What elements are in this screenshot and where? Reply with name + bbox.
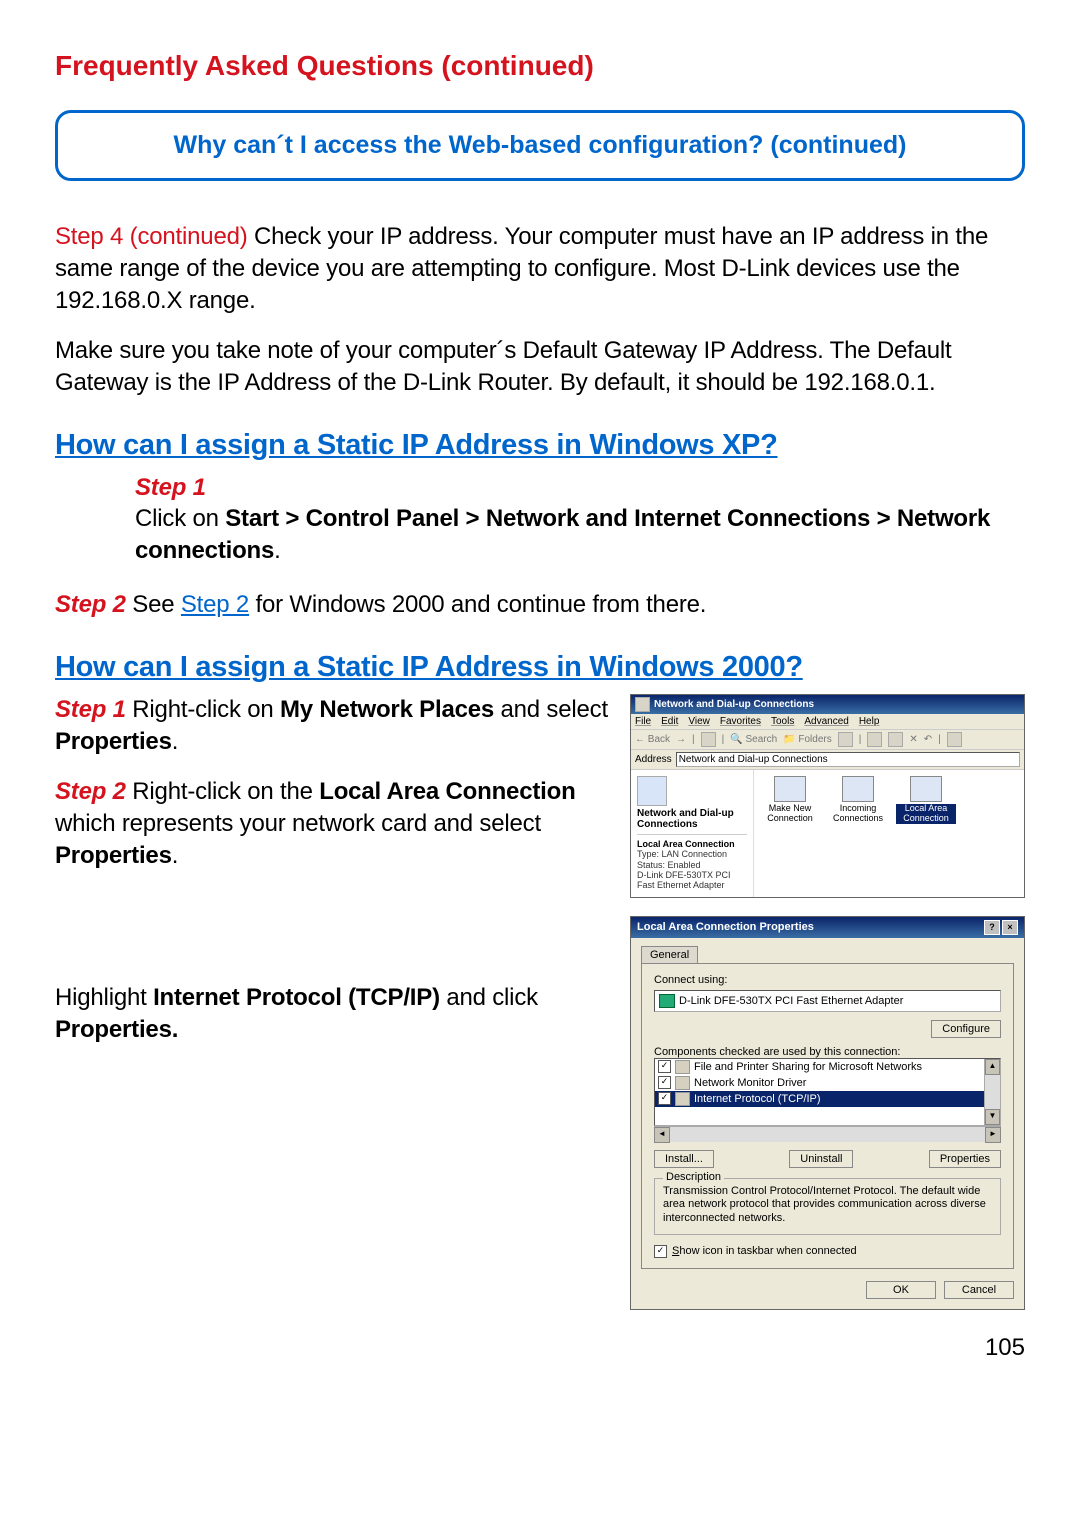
detail-status: Status: Enabled: [637, 860, 747, 870]
incoming-icon: [842, 776, 874, 802]
components-list[interactable]: ✓ File and Printer Sharing for Microsoft…: [654, 1058, 1001, 1126]
xp-step1-label: Step 1: [135, 472, 1025, 504]
local-area-connection[interactable]: Local Area Connection: [896, 776, 956, 824]
step4-label: Step 4 (continued): [55, 223, 254, 250]
w2k-step3: Highlight Internet Protocol (TCP/IP) and…: [55, 982, 610, 1046]
w2k-step2: Step 2 Right-click on the Local Area Con…: [55, 776, 610, 872]
component-tcpip[interactable]: ✓ Internet Protocol (TCP/IP): [655, 1091, 984, 1107]
components-label: Components checked are used by this conn…: [654, 1046, 1001, 1058]
description-group: Description Transmission Control Protoco…: [654, 1178, 1001, 1235]
uninstall-button[interactable]: Uninstall: [789, 1150, 853, 1168]
detail-adapter: D-Link DFE-530TX PCI Fast Ethernet Adapt…: [637, 870, 747, 891]
xp-step1-text: Click on Start > Control Panel > Network…: [135, 503, 1025, 567]
left-pane-title: Network and Dial-up Connections: [637, 808, 747, 830]
faq-title: Frequently Asked Questions (continued): [55, 50, 1025, 82]
description-text: Transmission Control Protocol/Internet P…: [663, 1185, 992, 1226]
folders-button[interactable]: 📁 Folders: [783, 734, 832, 745]
checkbox-icon[interactable]: ✓: [654, 1245, 667, 1258]
show-icon-label: SShow icon in taskbar when connectedhow …: [672, 1245, 857, 1257]
service-icon: [675, 1076, 690, 1090]
nic-icon: [659, 994, 675, 1008]
w2k-step1: Step 1 Right-click on My Network Places …: [55, 694, 610, 758]
protocol-icon: [675, 1092, 690, 1106]
views-icon[interactable]: [947, 732, 962, 747]
connect-using-label: Connect using:: [654, 974, 1001, 986]
description-legend: Description: [663, 1171, 724, 1183]
horizontal-scrollbar[interactable]: ◄ ►: [654, 1126, 1001, 1142]
lan-icon: [910, 776, 942, 802]
window-icon: [635, 697, 650, 712]
move-icon[interactable]: [867, 732, 882, 747]
help-icon[interactable]: ?: [984, 920, 1000, 935]
menu-edit[interactable]: Edit: [661, 716, 678, 727]
scroll-up-icon[interactable]: ▲: [985, 1059, 1000, 1075]
adapter-field: D-Link DFE-530TX PCI Fast Ethernet Adapt…: [654, 990, 1001, 1012]
tab-general[interactable]: General: [641, 946, 698, 963]
scroll-right-icon[interactable]: ►: [985, 1127, 1001, 1143]
component-network-monitor[interactable]: ✓ Network Monitor Driver: [655, 1075, 984, 1091]
history-icon[interactable]: [838, 732, 853, 747]
dialog-titlebar: Local Area Connection Properties ? ×: [631, 917, 1024, 938]
scroll-left-icon[interactable]: ◄: [654, 1127, 670, 1143]
properties-button[interactable]: Properties: [929, 1150, 1001, 1168]
paragraph-gateway: Make sure you take note of your computer…: [55, 335, 1025, 399]
copy-icon[interactable]: [888, 732, 903, 747]
cancel-button[interactable]: Cancel: [944, 1281, 1014, 1299]
checkbox-icon[interactable]: ✓: [658, 1076, 671, 1089]
undo-icon[interactable]: ↶: [924, 734, 932, 745]
step2-link[interactable]: Step 2: [181, 591, 249, 618]
checkbox-icon[interactable]: ✓: [658, 1060, 671, 1073]
address-bar: Address: [631, 750, 1024, 770]
nav-back[interactable]: ← Back: [635, 734, 670, 745]
incoming-connections[interactable]: Incoming Connections: [828, 776, 888, 824]
question-box: Why can´t I access the Web-based configu…: [55, 110, 1025, 181]
xp-step2-line: Step 2 See Step 2 for Windows 2000 and c…: [55, 589, 1025, 621]
component-file-print-sharing[interactable]: ✓ File and Printer Sharing for Microsoft…: [655, 1059, 984, 1075]
up-icon[interactable]: [701, 732, 716, 747]
xp-step2-label: Step 2: [55, 591, 132, 618]
wizard-icon: [774, 776, 806, 802]
address-input[interactable]: [676, 752, 1020, 767]
page-number: 105: [55, 1334, 1025, 1362]
menu-favorites[interactable]: Favorites: [720, 716, 761, 727]
adapter-name: D-Link DFE-530TX PCI Fast Ethernet Adapt…: [679, 995, 903, 1007]
screenshot-network-connections: Network and Dial-up Connections File Edi…: [630, 694, 1025, 897]
vertical-scrollbar[interactable]: ▲ ▼: [984, 1059, 1000, 1125]
address-label: Address: [635, 754, 672, 765]
question-box-title: Why can´t I access the Web-based configu…: [82, 131, 998, 160]
toolbar: ← Back →| | 🔍 Search 📁 Folders | ✕ ↶|: [631, 730, 1024, 750]
menubar: File Edit View Favorites Tools Advanced …: [631, 714, 1024, 730]
scroll-down-icon[interactable]: ▼: [985, 1109, 1000, 1125]
make-new-connection[interactable]: Make New Connection: [760, 776, 820, 824]
show-icon-row[interactable]: ✓ SShow icon in taskbar when connectedho…: [654, 1245, 1001, 1258]
ok-button[interactable]: OK: [866, 1281, 936, 1299]
folder-icon: [637, 776, 667, 806]
menu-advanced[interactable]: Advanced: [804, 716, 848, 727]
configure-button[interactable]: Configure: [931, 1020, 1001, 1038]
search-button[interactable]: 🔍 Search: [730, 734, 777, 745]
heading-xp: How can I assign a Static IP Address in …: [55, 429, 1025, 462]
paragraph-step4: Step 4 (continued) Check your IP address…: [55, 221, 1025, 317]
heading-2000: How can I assign a Static IP Address in …: [55, 651, 1025, 684]
menu-tools[interactable]: Tools: [771, 716, 794, 727]
window-titlebar: Network and Dial-up Connections: [631, 695, 1024, 714]
left-pane: Network and Dial-up Connections Local Ar…: [631, 770, 754, 896]
screenshot-lan-properties: Local Area Connection Properties ? × Gen…: [630, 916, 1025, 1310]
window-title: Network and Dial-up Connections: [654, 699, 814, 710]
dialog-title: Local Area Connection Properties: [637, 921, 814, 933]
menu-help[interactable]: Help: [859, 716, 880, 727]
menu-file[interactable]: File: [635, 716, 651, 727]
close-icon[interactable]: ×: [1002, 920, 1018, 935]
service-icon: [675, 1060, 690, 1074]
detail-title: Local Area Connection: [637, 839, 747, 849]
detail-type: Type: LAN Connection: [637, 849, 747, 859]
checkbox-icon[interactable]: ✓: [658, 1092, 671, 1105]
connections-list: Make New Connection Incoming Connections…: [754, 770, 1024, 896]
menu-view[interactable]: View: [688, 716, 710, 727]
delete-icon[interactable]: ✕: [909, 734, 917, 745]
install-button[interactable]: Install...: [654, 1150, 714, 1168]
